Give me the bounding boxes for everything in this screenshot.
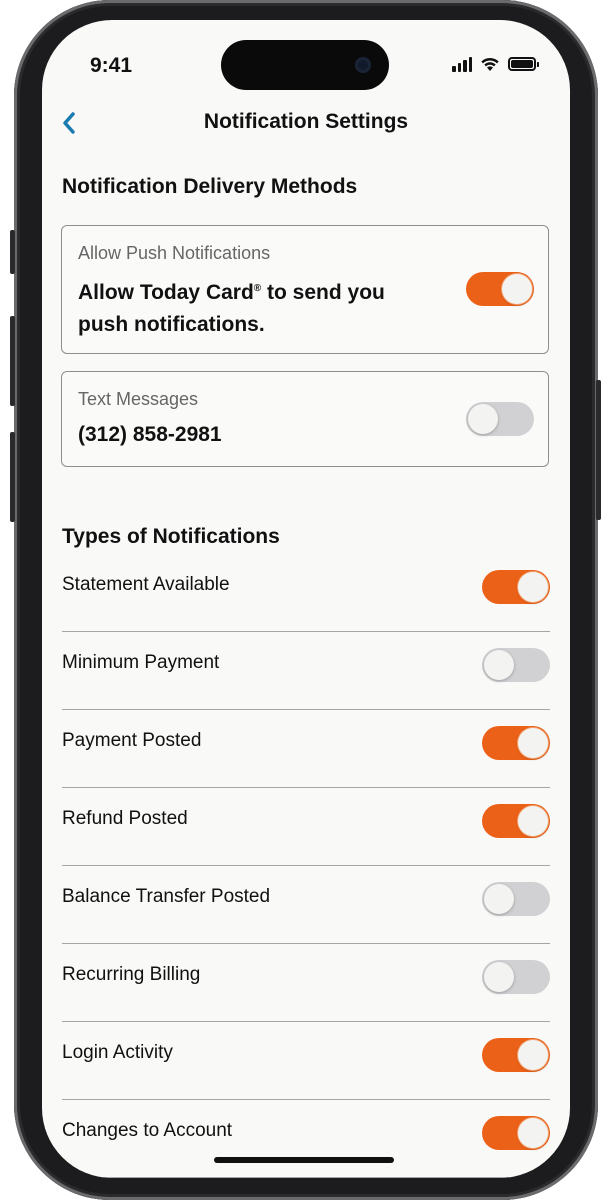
notification-type-toggle[interactable] — [482, 570, 550, 604]
camera-icon — [355, 57, 371, 73]
delivery-methods-heading: Notification Delivery Methods — [62, 175, 358, 198]
text-messages-label: Text Messages — [78, 389, 199, 409]
status-icons — [452, 56, 539, 72]
notification-type-toggle[interactable] — [482, 960, 550, 994]
screen: 9:41 Notification Settings Notification … — [42, 20, 570, 1178]
battery-icon — [508, 57, 539, 71]
phone-number: (312) 858-2981 — [78, 423, 222, 446]
home-indicator — [214, 1157, 394, 1163]
nav-bar: Notification Settings — [42, 104, 570, 144]
notification-type-toggle[interactable] — [482, 804, 550, 838]
text-messages-toggle[interactable] — [466, 402, 534, 436]
notification-type-label: Refund Posted — [62, 808, 188, 829]
push-notifications-label: Allow Push Notifications — [78, 243, 271, 263]
push-notifications-card: Allow Push Notifications Allow Today Car… — [61, 225, 549, 354]
wifi-icon — [481, 57, 499, 71]
push-notifications-toggle[interactable] — [466, 272, 534, 306]
notification-type-row: Payment Posted — [62, 710, 550, 788]
notification-type-label: Minimum Payment — [62, 652, 220, 673]
notification-type-row: Minimum Payment — [62, 632, 550, 710]
notification-type-row: Login Activity — [62, 1022, 550, 1100]
notification-type-row: Refund Posted — [62, 788, 550, 866]
power-button — [596, 380, 601, 520]
notification-type-row: Statement Available — [62, 554, 550, 632]
dynamic-island — [221, 40, 389, 90]
volume-up-button — [10, 316, 15, 406]
cellular-signal-icon — [452, 56, 472, 72]
notification-type-label: Statement Available — [62, 574, 230, 595]
notification-type-label: Recurring Billing — [62, 964, 201, 985]
notification-type-toggle[interactable] — [482, 1116, 550, 1150]
notification-type-label: Changes to Account — [62, 1120, 233, 1141]
notification-type-label: Balance Transfer Posted — [62, 886, 271, 907]
types-heading: Types of Notifications — [62, 525, 280, 548]
notification-type-toggle[interactable] — [482, 1038, 550, 1072]
notification-type-row: Recurring Billing — [62, 944, 550, 1022]
page-title: Notification Settings — [203, 110, 409, 133]
notification-type-row: Changes to Account — [62, 1100, 550, 1178]
notification-type-toggle[interactable] — [482, 726, 550, 760]
volume-down-button — [10, 432, 15, 522]
notification-type-toggle[interactable] — [482, 882, 550, 916]
text-messages-card: Text Messages (312) 858-2981 — [61, 371, 549, 467]
push-notifications-description: Allow Today Card® to send you push notif… — [78, 281, 385, 336]
notification-type-label: Login Activity — [62, 1042, 173, 1063]
notification-type-label: Payment Posted — [62, 730, 202, 751]
status-time: 9:41 — [90, 54, 133, 77]
mute-switch — [10, 230, 15, 274]
notification-type-toggle[interactable] — [482, 648, 550, 682]
notification-type-row: Balance Transfer Posted — [62, 866, 550, 944]
